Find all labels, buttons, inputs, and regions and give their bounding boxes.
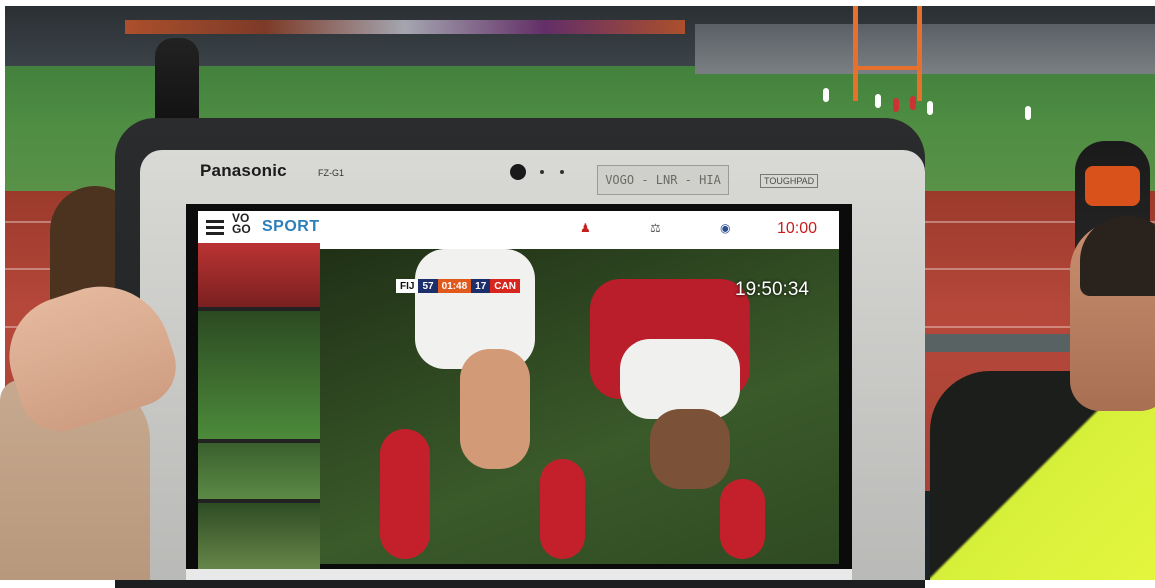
toughpad-badge: TOUGHPAD <box>760 174 819 188</box>
video-timestamp: 19:50:34 <box>735 279 809 300</box>
led-indicator <box>540 170 544 174</box>
distant-player <box>823 88 829 102</box>
tablet-brand: Panasonic <box>200 161 287 180</box>
home-score: 57 <box>418 279 438 293</box>
player-sock <box>380 429 430 559</box>
player-shorts <box>415 249 535 369</box>
sport-wordmark: SPORT <box>262 218 320 235</box>
led-indicator <box>560 170 564 174</box>
player-sock <box>540 459 585 559</box>
goal-post-right <box>917 6 922 101</box>
player-leg <box>650 409 730 489</box>
camera-thumbnail-list <box>198 243 320 580</box>
vogo-logo: VO GO <box>232 212 251 236</box>
distant-player <box>910 96 916 110</box>
label-tape: VOGO - LNR - HIA <box>597 165 729 195</box>
match-clock: 01:48 <box>437 279 472 293</box>
player-shorts <box>620 339 740 419</box>
screen-bottom-bar <box>186 569 852 580</box>
canada-crest-icon[interactable]: ♟ <box>580 221 591 235</box>
steward-vest <box>1085 166 1140 206</box>
distant-player <box>1025 106 1031 120</box>
camera-thumbnail[interactable] <box>198 243 320 307</box>
scorebug: FIJ 57 01:48 17 CAN <box>396 279 520 293</box>
competition-crest-icon[interactable]: ◉ <box>720 221 730 235</box>
logo-line2: GO <box>232 222 251 236</box>
fiji-crest-icon[interactable]: ⚖ <box>650 221 661 235</box>
hamburger-menu-icon[interactable] <box>206 220 224 236</box>
tablet-model: FZ-G1 <box>318 168 344 178</box>
distant-player <box>927 101 933 115</box>
player-leg <box>460 349 530 469</box>
far-stand <box>695 24 1155 74</box>
goal-crossbar <box>853 66 922 70</box>
distant-player <box>893 98 899 112</box>
clock-display: 10:00 <box>776 220 817 237</box>
camera-thumbnail[interactable] <box>198 443 320 499</box>
match-official <box>155 38 199 128</box>
goal-post-left <box>853 6 858 101</box>
away-team: CAN <box>490 279 520 293</box>
player-sock <box>720 479 765 559</box>
distant-player <box>875 94 881 108</box>
away-score: 17 <box>471 279 491 293</box>
camera-thumbnail[interactable] <box>198 311 320 439</box>
camera-icon <box>510 164 526 180</box>
home-team: FIJ <box>396 279 419 293</box>
advertising-boards <box>125 20 685 34</box>
